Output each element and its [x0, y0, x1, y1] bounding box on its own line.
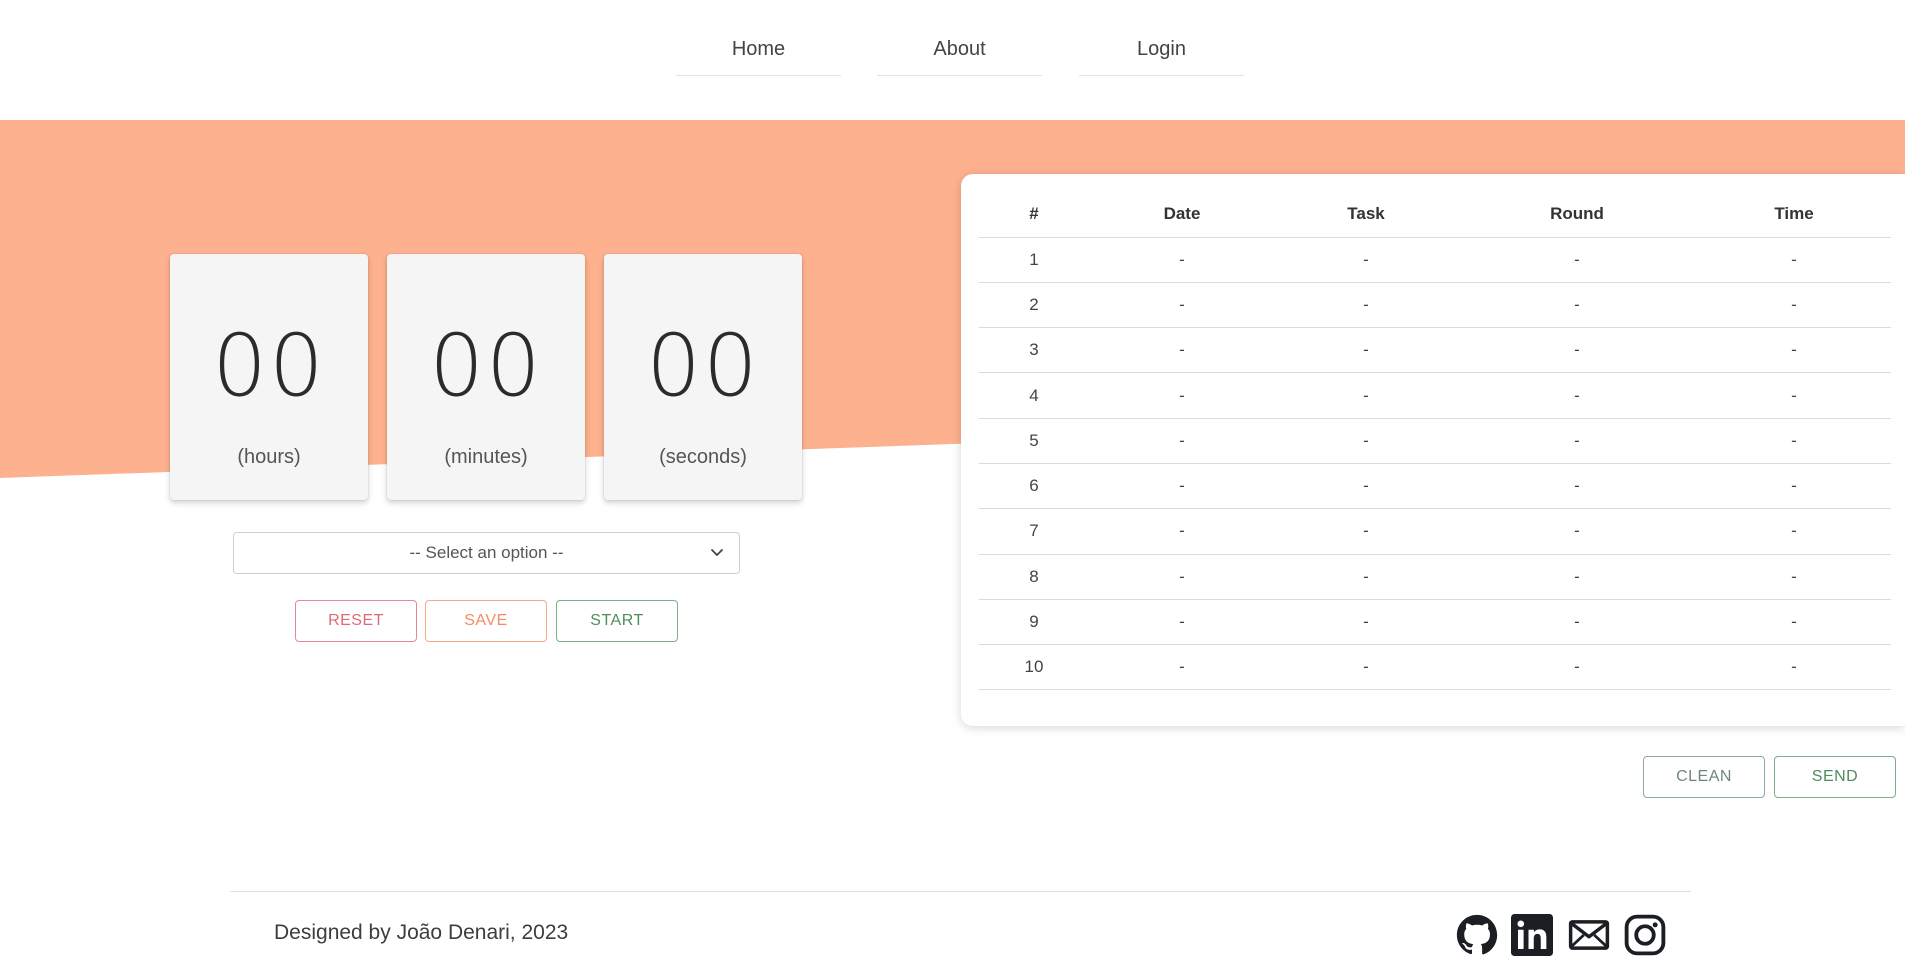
cell-number: 4 — [979, 372, 1089, 419]
cell-number: 6 — [979, 463, 1089, 510]
minutes-label: (minutes) — [444, 446, 528, 468]
cell-date: - — [1089, 237, 1275, 283]
minutes-value: 00 — [429, 316, 543, 416]
cell-time: - — [1697, 599, 1891, 646]
cell-number: 10 — [979, 644, 1089, 691]
header-number: # — [979, 192, 1089, 238]
instagram-icon[interactable] — [1624, 914, 1666, 956]
cell-time: - — [1697, 554, 1891, 600]
cell-time: - — [1697, 644, 1891, 691]
cell-task: - — [1275, 372, 1457, 419]
footer-credit: Designed by João Denari, 2023 — [274, 921, 569, 944]
cell-number: 9 — [979, 599, 1089, 646]
table-row: 4 - - - - — [979, 372, 1891, 419]
header-task: Task — [1275, 192, 1457, 238]
start-button[interactable]: START — [556, 600, 678, 642]
header-time: Time — [1697, 192, 1891, 238]
cell-round: - — [1457, 418, 1697, 464]
cell-number: 2 — [979, 282, 1089, 329]
cell-number: 3 — [979, 327, 1089, 374]
cell-round: - — [1457, 599, 1697, 646]
cell-time: - — [1697, 327, 1891, 374]
cell-round: - — [1457, 372, 1697, 419]
cell-date: - — [1089, 463, 1275, 510]
cell-date: - — [1089, 282, 1275, 329]
seconds-value: 00 — [646, 316, 760, 416]
cell-number: 5 — [979, 418, 1089, 464]
cell-time: - — [1697, 372, 1891, 419]
cell-task: - — [1275, 282, 1457, 329]
nav-login[interactable]: Login — [1079, 30, 1244, 76]
cell-number: 7 — [979, 508, 1089, 555]
cell-date: - — [1089, 554, 1275, 600]
table-row: 9 - - - - — [979, 599, 1891, 646]
cell-round: - — [1457, 237, 1697, 283]
seconds-label: (seconds) — [659, 446, 747, 468]
cell-task: - — [1275, 463, 1457, 510]
hours-card: 00 (hours) — [170, 254, 368, 500]
footer-divider — [230, 891, 1691, 892]
table-row: 6 - - - - — [979, 463, 1891, 510]
chevron-down-icon — [711, 549, 723, 556]
reset-button[interactable]: RESET — [295, 600, 417, 642]
cell-round: - — [1457, 463, 1697, 510]
top-nav: Home About Login — [0, 0, 1905, 100]
send-button[interactable]: SEND — [1774, 756, 1896, 798]
cell-task: - — [1275, 327, 1457, 374]
github-icon[interactable] — [1456, 914, 1498, 956]
cell-time: - — [1697, 282, 1891, 329]
cell-round: - — [1457, 327, 1697, 374]
linkedin-icon[interactable] — [1511, 914, 1553, 956]
table-row: 1 - - - - — [979, 237, 1891, 283]
cell-task: - — [1275, 508, 1457, 555]
table-row: 5 - - - - — [979, 418, 1891, 464]
seconds-card: 00 (seconds) — [604, 254, 802, 500]
records-table: # Date Task Round Time 1 - - - - 2 - - -… — [979, 192, 1891, 691]
header-round: Round — [1457, 192, 1697, 238]
cell-date: - — [1089, 508, 1275, 555]
cell-number: 1 — [979, 237, 1089, 283]
cell-date: - — [1089, 644, 1275, 691]
nav-home[interactable]: Home — [676, 30, 841, 76]
task-select-value: -- Select an option -- — [409, 543, 564, 562]
table-row: 2 - - - - — [979, 282, 1891, 329]
cell-date: - — [1089, 418, 1275, 464]
cell-task: - — [1275, 418, 1457, 464]
header-date: Date — [1089, 192, 1275, 238]
cell-time: - — [1697, 463, 1891, 510]
cell-time: - — [1697, 418, 1891, 464]
cell-round: - — [1457, 644, 1697, 691]
cell-task: - — [1275, 644, 1457, 691]
cell-time: - — [1697, 508, 1891, 555]
nav-about[interactable]: About — [877, 30, 1042, 76]
clean-button[interactable]: CLEAN — [1643, 756, 1765, 798]
records-panel: # Date Task Round Time 1 - - - - 2 - - -… — [961, 174, 1905, 726]
minutes-card: 00 (minutes) — [387, 254, 585, 500]
save-button[interactable]: SAVE — [425, 600, 547, 642]
cell-date: - — [1089, 327, 1275, 374]
cell-task: - — [1275, 237, 1457, 283]
table-row: 10 - - - - — [979, 644, 1891, 691]
cell-date: - — [1089, 372, 1275, 419]
table-row: 3 - - - - — [979, 327, 1891, 374]
hours-value: 00 — [212, 316, 326, 416]
table-row: 8 - - - - — [979, 554, 1891, 600]
table-header-row: # Date Task Round Time — [979, 192, 1891, 238]
table-row: 7 - - - - — [979, 508, 1891, 555]
cell-date: - — [1089, 599, 1275, 646]
cell-task: - — [1275, 599, 1457, 646]
hours-label: (hours) — [237, 446, 301, 468]
mail-icon[interactable] — [1568, 914, 1610, 956]
task-select[interactable]: -- Select an option -- — [233, 532, 740, 574]
cell-round: - — [1457, 282, 1697, 329]
cell-task: - — [1275, 554, 1457, 600]
cell-round: - — [1457, 508, 1697, 555]
cell-number: 8 — [979, 554, 1089, 600]
cell-time: - — [1697, 237, 1891, 283]
cell-round: - — [1457, 554, 1697, 600]
